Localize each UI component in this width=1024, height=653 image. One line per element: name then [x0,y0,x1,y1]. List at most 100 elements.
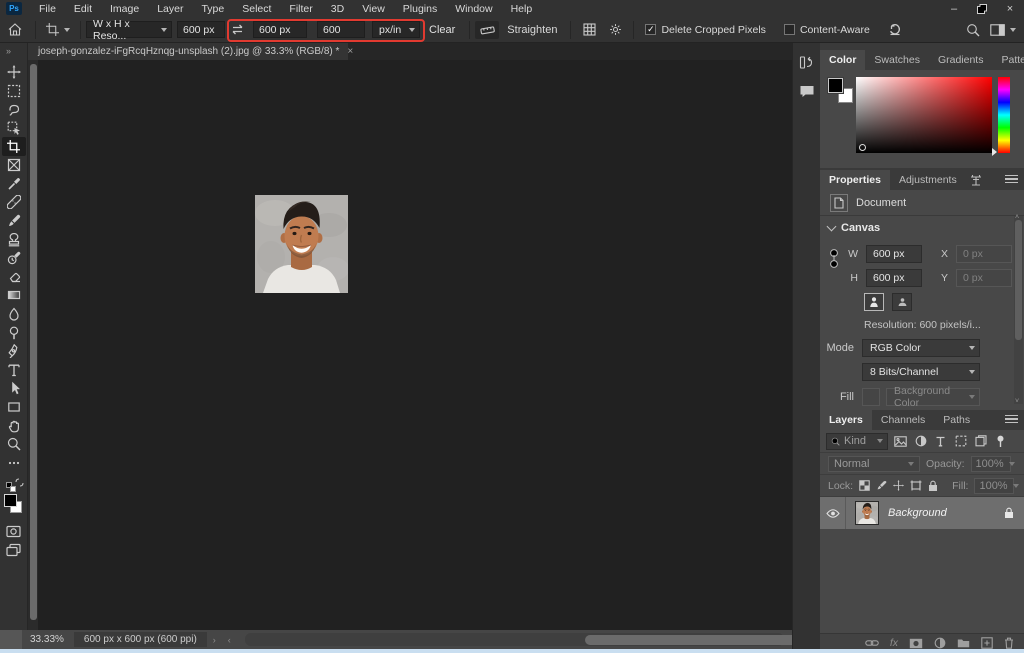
eyedropper-tool[interactable] [2,175,26,194]
crop-tool[interactable] [2,137,26,156]
status-expand-icon[interactable]: › [213,635,216,645]
menu-select[interactable]: Select [233,0,280,17]
crop-tool-options-icon[interactable] [41,23,75,36]
menu-help[interactable]: Help [502,0,542,17]
brush-tool[interactable] [2,212,26,231]
menu-image[interactable]: Image [101,0,148,17]
minimize-button[interactable]: – [940,0,968,17]
group-folder-icon[interactable] [957,638,970,648]
lock-position-icon[interactable] [893,480,904,491]
filter-smart-objects-icon[interactable] [973,434,988,449]
quick-mask-mode[interactable] [2,522,26,541]
adjustment-layer-icon[interactable] [934,637,946,649]
restore-button[interactable] [968,0,996,17]
canvas-y-field[interactable]: 0 px [956,269,1012,287]
swap-dimensions-icon[interactable] [227,24,247,35]
fx-icon[interactable]: fx [890,637,898,649]
crop-preset-select[interactable]: W x H x Reso... [86,21,172,38]
menu-type[interactable]: Type [192,0,233,17]
hue-slider-cursor[interactable] [992,148,997,156]
reset-icon[interactable] [882,23,908,37]
default-swap-colors-icon[interactable] [6,478,22,492]
scroll-left-icon[interactable]: ‹ [228,635,231,645]
foreground-background-colors[interactable] [4,494,24,514]
tab-paths[interactable]: Paths [934,410,979,430]
menu-plugins[interactable]: Plugins [394,0,446,17]
crop-settings-gear-icon[interactable] [602,23,628,36]
content-aware-checkbox[interactable]: Content-Aware [772,24,882,36]
close-button[interactable]: × [996,0,1024,17]
crop-height-field[interactable]: 600 px [253,21,307,38]
filter-kind-select[interactable]: Kind [826,433,888,450]
color-saturation-field[interactable] [856,77,992,153]
tab-channels[interactable]: Channels [872,410,934,430]
filter-shape-layers-icon[interactable] [953,434,968,449]
tab-patterns[interactable]: Patterns [992,50,1024,70]
history-panel-icon[interactable] [799,55,814,70]
lock-artboard-icon[interactable] [910,480,922,491]
straighten-icon[interactable] [475,21,499,39]
crop-resolution-field[interactable]: 600 [317,21,365,38]
hand-tool[interactable] [2,416,26,435]
foreground-color-swatch[interactable] [4,494,17,507]
libraries-tab-icon[interactable] [966,170,986,190]
filter-type-layers-icon[interactable] [933,434,948,449]
layer-filter-toggle[interactable] [993,434,1008,449]
menu-file[interactable]: File [30,0,65,17]
canvas-section-header[interactable]: Canvas [820,216,1024,240]
document-image[interactable] [255,195,348,293]
clone-stamp-tool[interactable] [2,230,26,249]
menu-edit[interactable]: Edit [65,0,101,17]
canvas-height-field[interactable]: 600 px [866,269,922,287]
rectangle-tool[interactable] [2,398,26,417]
menu-3d[interactable]: 3D [322,0,353,17]
object-selection-tool[interactable] [2,119,26,138]
blur-tool[interactable] [2,305,26,324]
lasso-tool[interactable] [2,100,26,119]
fill-color-swatch[interactable] [862,388,880,406]
new-layer-icon[interactable] [981,637,993,649]
tools-expand-icon[interactable]: » [6,46,10,56]
screen-mode[interactable] [2,541,26,560]
portrait-orientation-button[interactable] [864,293,884,311]
color-picker-cursor[interactable] [859,144,866,151]
pen-tool[interactable] [2,342,26,361]
zoom-level[interactable]: 33.33% [30,634,64,645]
vertical-scrollbar-thumb[interactable] [30,64,37,620]
tab-swatches[interactable]: Swatches [865,50,929,70]
delete-cropped-pixels-checkbox[interactable]: ✓ Delete Cropped Pixels [639,24,771,36]
zoom-tool[interactable] [2,435,26,454]
path-selection-tool[interactable] [2,379,26,398]
opacity-field[interactable]: 100% [971,456,1011,472]
tab-close-icon[interactable]: × [347,46,353,57]
straighten-button[interactable]: Straighten [499,24,565,36]
lock-image-pixels-icon[interactable] [876,480,887,491]
search-icon[interactable] [960,23,986,37]
blend-mode-select[interactable]: Normal [828,456,920,472]
layer-thumbnail[interactable] [855,501,879,525]
frame-tool[interactable] [2,156,26,175]
spot-healing-brush-tool[interactable] [2,193,26,212]
filter-pixel-layers-icon[interactable] [893,434,908,449]
layer-visibility-toggle[interactable] [820,497,846,529]
tab-layers[interactable]: Layers [820,410,872,430]
document-tab[interactable]: joseph-gonzalez-iFgRcqHznqg-unsplash (2)… [28,43,348,60]
menu-window[interactable]: Window [446,0,501,17]
tab-properties[interactable]: Properties [820,170,890,190]
trash-icon[interactable] [1004,637,1014,649]
scroll-down-icon[interactable]: ˅ [1015,398,1019,405]
type-tool[interactable] [2,361,26,380]
eraser-tool[interactable] [2,268,26,287]
canvas-area[interactable] [28,60,792,630]
canvas-width-field[interactable]: 600 px [866,245,922,263]
menu-filter[interactable]: Filter [280,0,321,17]
workspace-select-icon[interactable] [986,24,1020,36]
overlay-grid-icon[interactable] [576,23,602,36]
clear-button[interactable]: Clear [420,24,464,36]
panel-menu-icon[interactable] [1005,173,1018,186]
tab-adjustments[interactable]: Adjustments [890,170,966,190]
fill-field[interactable]: 100% [974,478,1014,494]
panel-menu-icon[interactable] [1005,413,1018,426]
filter-adjustment-layers-icon[interactable] [913,434,928,449]
menu-view[interactable]: View [353,0,394,17]
